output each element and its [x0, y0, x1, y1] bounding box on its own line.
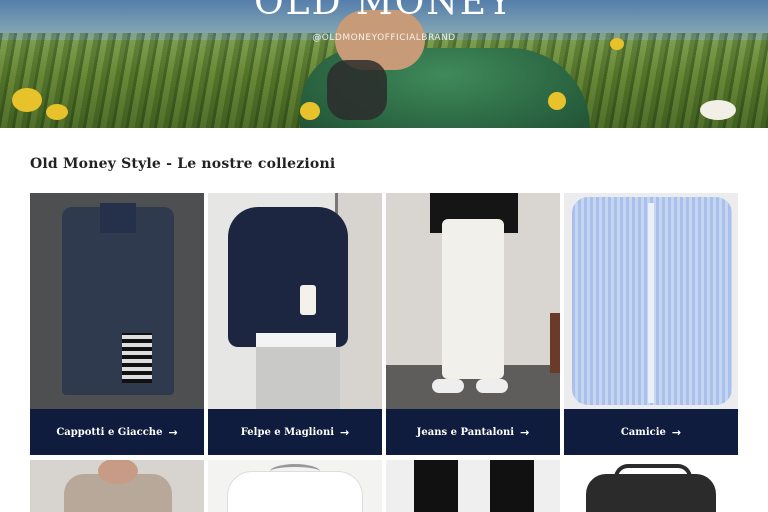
product-image-white-shirt[interactable]	[208, 460, 382, 512]
cup-shape	[300, 285, 316, 315]
flower-icon	[548, 92, 566, 110]
collection-button-label: Cappotti e Giacche	[56, 426, 163, 438]
collection-card-shirts[interactable]: Camicie →	[564, 193, 738, 455]
coat-collar	[100, 203, 136, 233]
collection-card-bags[interactable]	[564, 460, 738, 512]
collection-button-coats[interactable]: Cappotti e Giacche →	[30, 409, 204, 455]
bag-shape	[586, 474, 716, 512]
collection-button-label: Felpe e Maglioni	[240, 426, 335, 438]
sweater-shape	[228, 207, 348, 347]
coat-shape	[62, 207, 174, 395]
collection-card-sweaters[interactable]: Felpe e Maglioni →	[208, 193, 382, 455]
collection-card-polo[interactable]	[30, 460, 204, 512]
collection-button-sweaters[interactable]: Felpe e Maglioni →	[208, 409, 382, 455]
pants-shape	[256, 347, 340, 409]
brand-handle[interactable]: @OLDMONEYOFFICIALBRAND	[0, 33, 768, 43]
product-image-sweater[interactable]	[208, 193, 382, 409]
shoe-right	[476, 379, 508, 393]
product-image-black-pants[interactable]	[386, 460, 560, 512]
stool-shape	[550, 313, 560, 373]
collection-button-shirts[interactable]: Camicie →	[564, 409, 738, 455]
collection-card-black-pants[interactable]	[386, 460, 560, 512]
collection-button-label: Camicie	[620, 426, 666, 438]
collection-button-trousers[interactable]: Jeans e Pantaloni →	[386, 409, 560, 455]
pants-leg-left	[414, 460, 458, 512]
arrow-right-icon: →	[340, 425, 350, 439]
flower-icon	[12, 88, 42, 112]
hero-model-hand	[327, 60, 387, 120]
flower-icon	[300, 102, 320, 120]
collection-button-label: Jeans e Pantaloni	[416, 426, 515, 438]
hanger-icon	[270, 464, 320, 479]
flower-icon	[700, 100, 736, 120]
flower-icon	[46, 104, 68, 120]
collection-card-coats[interactable]: Cappotti e Giacche →	[30, 193, 204, 455]
collection-card-trousers[interactable]: Jeans e Pantaloni →	[386, 193, 560, 455]
trousers-shape	[442, 219, 504, 379]
shirt-placket	[648, 203, 654, 403]
product-image-shirt[interactable]	[564, 193, 738, 409]
product-image-bag[interactable]	[564, 460, 738, 512]
section-title: Old Money Style - Le nostre collezioni	[30, 156, 336, 172]
collection-card-white-shirt[interactable]	[208, 460, 382, 512]
coat-lining	[122, 333, 152, 383]
arrow-right-icon: →	[671, 425, 682, 439]
brand-title: OLD MONEY	[254, 0, 514, 23]
product-image-coat[interactable]	[30, 193, 204, 409]
product-image-polo[interactable]	[30, 460, 204, 512]
arrow-right-icon: →	[168, 425, 178, 439]
product-image-trousers[interactable]	[386, 193, 560, 409]
arrow-right-icon: →	[520, 425, 530, 439]
hero-banner: OLD MONEY @OLDMONEYOFFICIALBRAND	[0, 0, 768, 128]
shoe-left	[432, 379, 464, 393]
pants-leg-right	[490, 460, 534, 512]
